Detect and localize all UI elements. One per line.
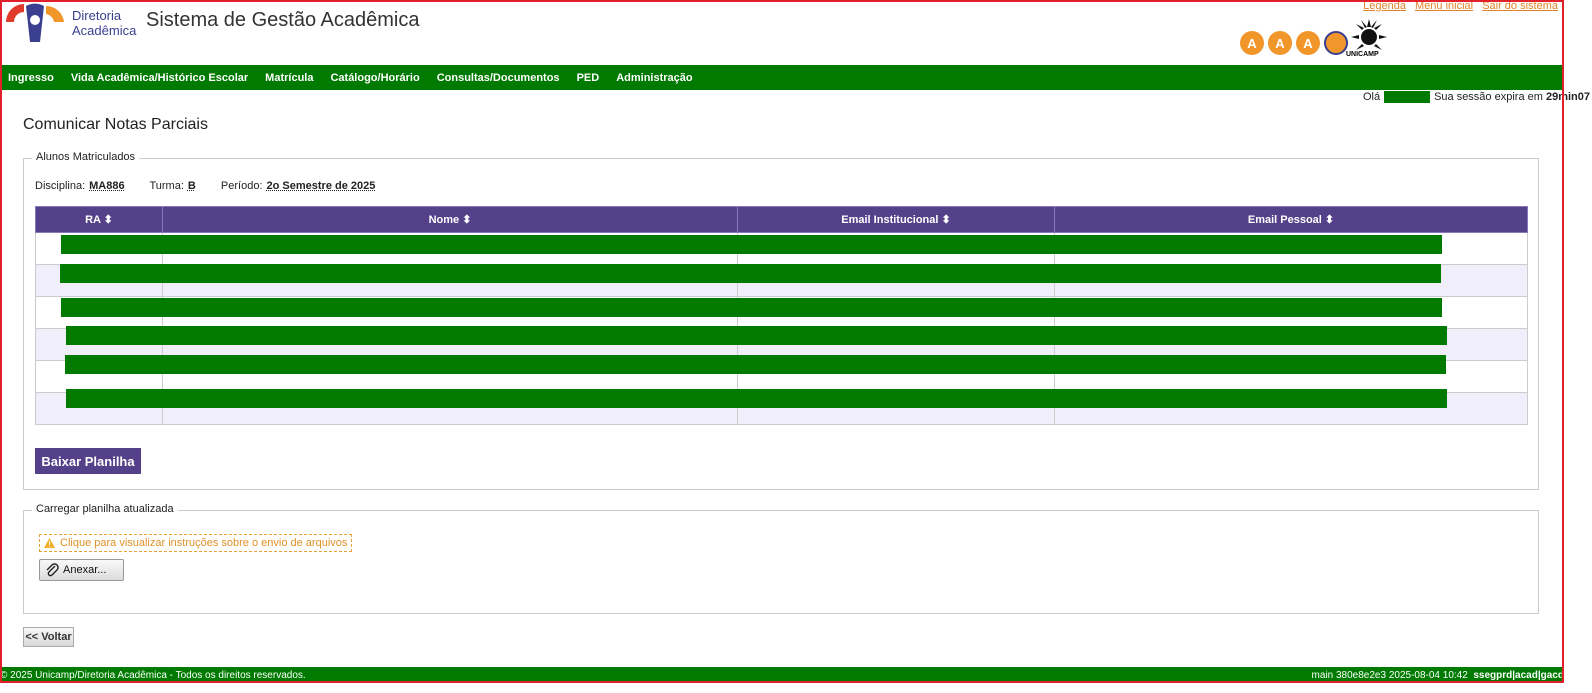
footer-copyright: © 2025 Unicamp/Diretoria Acadêmica - Tod…: [0, 669, 306, 681]
column-header-email-institucional[interactable]: Email Institucional ⬍: [737, 206, 1055, 233]
upload-instructions-link[interactable]: Clique para visualizar instruções sobre …: [39, 534, 353, 552]
nav-item-administracao[interactable]: Administração: [608, 72, 701, 84]
redacted-row-content: [61, 298, 1442, 317]
upload-instructions-text: Clique para visualizar instruções sobre …: [60, 537, 348, 549]
font-size-medium-button[interactable]: A: [1268, 31, 1292, 55]
column-header-label: Email Pessoal: [1247, 214, 1322, 226]
org-name-line2: Acadêmica: [72, 23, 137, 38]
redacted-row-content: [65, 355, 1446, 374]
upload-fieldset: [23, 510, 1539, 614]
contrast-toggle-icon[interactable]: [1324, 31, 1348, 55]
nav-item-ingresso[interactable]: Ingresso: [0, 72, 62, 84]
students-fieldset-legend: Alunos Matriculados: [32, 151, 140, 163]
paperclip-icon: [46, 563, 59, 577]
upload-fieldset-legend: Carregar planilha atualizada: [32, 503, 178, 515]
top-links: Legenda Menu inicial Sair do sistema: [1357, 0, 1558, 12]
column-header-email-pessoal[interactable]: Email Pessoal ⬍: [1054, 206, 1528, 233]
sort-icon: ⬍: [103, 214, 113, 226]
session-expiry-time: 29min07: [1545, 91, 1590, 103]
redacted-username: [1384, 91, 1431, 104]
sort-icon: ⬍: [941, 214, 951, 226]
font-size-small-button[interactable]: A: [1240, 31, 1264, 55]
attach-file-label: Anexar...: [63, 564, 107, 576]
footer-version: main 380e8e2e3 2025-08-04 10:42: [1311, 669, 1468, 681]
page-header: Diretoria Acadêmica Sistema de Gestão Ac…: [0, 0, 1564, 65]
session-info: Olá Sua sessão expira em 29min07: [1362, 91, 1590, 104]
font-size-large-button[interactable]: A: [1296, 31, 1320, 55]
logout-link[interactable]: Sair do sistema: [1482, 0, 1558, 12]
nav-item-ped[interactable]: PED: [568, 72, 608, 84]
footer-server: ssegprd|acad|gacd: [1473, 669, 1564, 681]
attach-file-button[interactable]: Anexar...: [39, 559, 124, 581]
page-footer: © 2025 Unicamp/Diretoria Acadêmica - Tod…: [0, 667, 1564, 683]
table-header-row: RA ⬍ Nome ⬍ Email Institucional ⬍ Email …: [35, 206, 1528, 233]
back-button[interactable]: << Voltar: [23, 627, 74, 647]
greeting-label: Olá: [1362, 91, 1381, 103]
disciplina-value: MA886: [89, 180, 125, 192]
nav-item-vida-academica[interactable]: Vida Acadêmica/Histórico Escolar: [62, 72, 256, 84]
column-header-ra[interactable]: RA ⬍: [35, 206, 163, 233]
nav-item-catalogo-horario[interactable]: Catálogo/Horário: [322, 72, 428, 84]
column-header-label: Nome: [428, 214, 460, 226]
sort-icon: ⬍: [1324, 214, 1335, 226]
unicamp-label: UNICAMP: [1346, 51, 1379, 58]
turma-value: B: [187, 180, 196, 192]
nav-item-matricula[interactable]: Matrícula: [257, 72, 322, 84]
redacted-row-content: [61, 235, 1442, 254]
dac-logo: [6, 3, 64, 42]
system-title: Sistema de Gestão Acadêmica: [146, 9, 420, 31]
legend-link[interactable]: Legenda: [1363, 0, 1406, 12]
course-info: Disciplina: MA886 Turma: B Período: 2o Seme…: [35, 180, 397, 192]
accessibility-controls: A A A: [1240, 31, 1348, 55]
footer-build-info: main 380e8e2e3 2025-08-04 10:42 ssegprd|…: [1312, 670, 1564, 681]
sort-icon: ⬍: [462, 214, 472, 226]
main-nav: Ingresso Vida Acadêmica/Histórico Escola…: [0, 65, 1564, 90]
periodo-label: Período:: [220, 180, 263, 192]
column-header-label: RA: [85, 214, 101, 226]
page-title: Comunicar Notas Parciais: [23, 116, 208, 133]
download-spreadsheet-button[interactable]: Baixar Planilha: [35, 448, 141, 474]
redacted-row-content: [60, 264, 1441, 283]
nav-item-consultas-documentos[interactable]: Consultas/Documentos: [428, 72, 568, 84]
session-expiry-label: Sua sessão expira em: [1434, 91, 1543, 103]
org-name: Diretoria Acadêmica: [72, 8, 136, 38]
org-name-line1: Diretoria: [72, 8, 122, 23]
redacted-row-content: [66, 326, 1447, 345]
periodo-value: 2o Semestre de 2025: [266, 180, 376, 192]
redacted-row-content: [66, 389, 1447, 408]
column-header-nome[interactable]: Nome ⬍: [162, 206, 738, 233]
disciplina-label: Disciplina:: [35, 180, 86, 192]
warning-icon: [44, 538, 55, 548]
main-menu-link[interactable]: Menu inicial: [1415, 0, 1473, 12]
turma-label: Turma:: [149, 180, 184, 192]
column-header-label: Email Institucional: [841, 214, 939, 226]
